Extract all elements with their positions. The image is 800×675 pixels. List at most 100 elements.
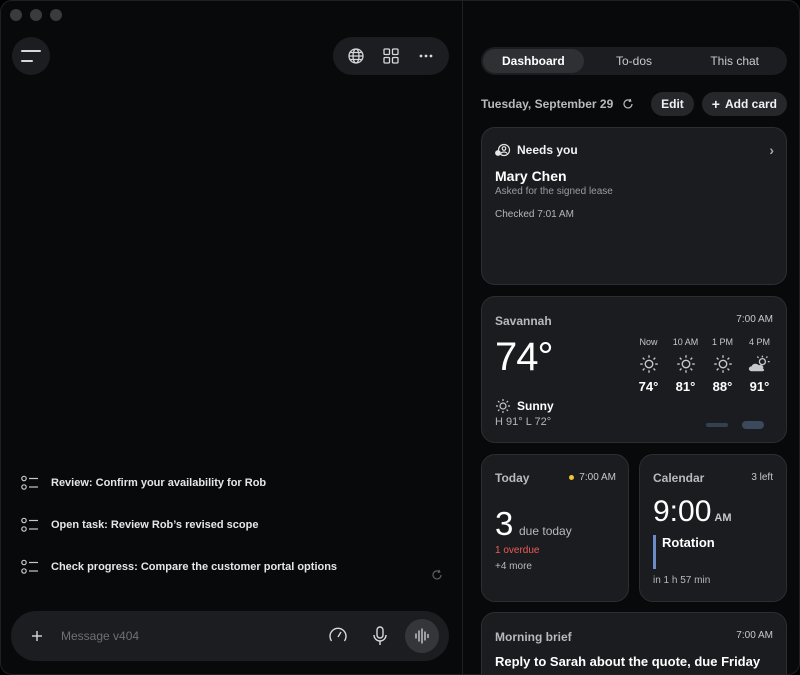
page-dot[interactable] [706,423,728,427]
partly-cloudy-icon [748,355,770,372]
calendar-title: Calendar [653,471,705,485]
morning-brief-card[interactable]: Morning brief 7:00 AM Reply to Sarah abo… [481,612,787,674]
tab-dashboard[interactable]: Dashboard [483,49,584,73]
today-title: Today [495,471,530,485]
edit-button[interactable]: Edit [651,92,694,116]
menu-button[interactable] [12,37,50,75]
sun-icon [713,355,732,373]
speed-button[interactable] [323,621,353,651]
needs-you-header: Needs you › [495,142,774,158]
today-card[interactable]: Today 7:00 AM 3 due today 1 overdue +4 m… [481,454,629,602]
hour-temp: 88° [712,379,733,394]
dashboard-tabs: Dashboard To-dos This chat [481,47,787,75]
date-bar: Tuesday, September 29 Edit + Add card [481,92,787,116]
sun-icon [676,355,695,373]
ellipsis-icon [419,54,433,58]
event-countdown: in 1 h 57 min [653,575,711,586]
plus-icon [32,631,42,641]
brief-title: Morning brief [495,630,572,644]
hour-temp: 74° [638,379,659,394]
event-title: Rotation [653,535,715,569]
gauge-icon [329,627,347,642]
add-card-label: Add card [724,97,777,111]
add-card-button[interactable]: + Add card [701,92,787,116]
due-count: 3 [495,505,514,542]
condition-label: Sunny [517,399,554,413]
request-text: Asked for the signed lease [495,186,613,197]
hour-label: 1 PM [711,337,733,347]
overdue-count: 1 overdue [495,545,540,556]
today-time-label: 7:00 AM [579,472,616,483]
waveform-icon [415,628,429,644]
suggestion-list: Review: Confirm your availability for Ro… [21,473,441,599]
due-label: due today [519,524,572,538]
globe-button[interactable] [342,42,370,70]
hourly-item: 4 PM 91° [741,337,778,394]
microphone-icon [373,626,387,645]
suggestion-label: Review: Confirm your availability for Ro… [51,477,267,489]
person-alert-icon [495,143,511,157]
hour-label: Now [639,337,658,347]
event-time: 9:00 AM [653,495,732,529]
chevron-right-icon[interactable]: › [769,142,774,158]
today-time: 7:00 AM [569,472,616,483]
refresh-suggestions-button[interactable] [431,568,443,586]
sun-icon [639,355,658,373]
microphone-button[interactable] [365,621,395,651]
message-composer [11,611,449,661]
refresh-dashboard-button[interactable] [619,98,637,110]
hour-temp: 91° [749,379,770,394]
suggestion-label: Check progress: Compare the customer por… [51,561,338,573]
hourly-item: 10 AM 81° [667,337,704,394]
grid-icon [383,48,399,64]
checklist-icon [21,475,38,490]
checked-time: Checked 7:01 AM [495,209,574,220]
brief-text: Reply to Sarah about the quote, due Frid… [495,654,761,669]
checklist-icon [21,559,38,574]
calendar-card[interactable]: Calendar 3 left 9:00 AM Rotation in 1 h … [639,454,787,602]
globe-icon [348,48,364,64]
current-date: Tuesday, September 29 [481,97,614,111]
hamburger-icon [21,50,41,62]
brief-time: 7:00 AM [736,630,773,641]
high-low: H 91° L 72° [495,416,552,428]
event-ampm: AM [714,512,732,524]
weather-time: 7:00 AM [736,314,773,325]
hour-label: 10 AM [672,337,699,347]
hourly-item: Now 74° [630,337,667,394]
hour-label: 4 PM [748,337,770,347]
top-toolbar [333,37,449,75]
weather-city: Savannah [495,314,552,328]
page-dot-active[interactable] [742,421,764,429]
refresh-icon [432,569,442,580]
dashboard-pane: Dashboard To-dos This chat Tuesday, Sept… [464,1,799,674]
needs-you-title: Needs you [517,143,578,157]
weather-card[interactable]: Savannah 7:00 AM 74° Sunny H 91° L 72° N… [481,296,787,443]
event-time-value: 9:00 [653,495,712,528]
attach-button[interactable] [27,626,47,646]
hourly-item: 1 PM 88° [704,337,741,394]
more-button[interactable] [412,42,440,70]
grid-button[interactable] [377,42,405,70]
hour-temp: 81° [675,379,696,394]
suggestion-label: Open task: Review Rob’s revised scope [51,519,259,531]
suggestion-item[interactable]: Review: Confirm your availability for Ro… [21,473,441,493]
voice-mode-button[interactable] [405,619,439,653]
suggestion-item[interactable]: Check progress: Compare the customer por… [21,557,441,577]
needs-you-card[interactable]: Needs you › Mary Chen Asked for the sign… [481,127,787,285]
message-input[interactable] [61,629,311,643]
edit-label: Edit [661,97,684,111]
chat-pane: Review: Confirm your availability for Ro… [1,1,463,674]
weather-condition: Sunny [495,398,554,414]
app-window: Review: Confirm your availability for Ro… [0,0,800,675]
sun-icon [496,399,510,413]
tab-todos[interactable]: To-dos [584,49,685,73]
tab-this-chat[interactable]: This chat [684,49,785,73]
hourly-forecast: Now 74° 10 AM 81° 1 PM 88° 4 PM 91° [630,337,778,394]
events-left: 3 left [751,472,773,483]
plus-icon: + [711,96,720,112]
suggestion-item[interactable]: Open task: Review Rob’s revised scope [21,515,441,535]
current-temperature: 74° [495,335,553,379]
weather-page-indicator[interactable] [706,421,764,429]
refresh-icon [623,98,633,109]
